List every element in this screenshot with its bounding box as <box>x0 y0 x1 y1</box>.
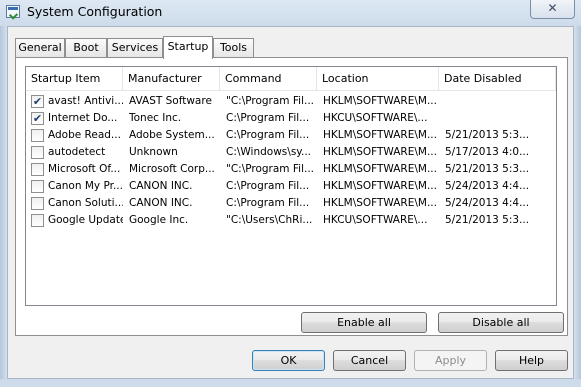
cell-startup-item: Canon Soluti... <box>48 197 123 209</box>
startup-items-list[interactable]: Startup Item Manufacturer Command Locati… <box>25 66 557 306</box>
cell-date-disabled: 5/17/2013 4:0... <box>445 146 530 158</box>
column-header-date-disabled[interactable]: Date Disabled <box>439 67 556 91</box>
tab-tools-label: Tools <box>219 41 248 54</box>
cell-location: HKLM\SOFTWARE\M... <box>323 146 436 158</box>
cell-date-disabled: 5/24/2013 4:4... <box>445 180 530 192</box>
checkbox-unchecked[interactable] <box>31 163 44 176</box>
cell-command: "C:\Program Fil... <box>226 95 314 107</box>
enable-all-button[interactable]: Enable all <box>301 312 427 333</box>
apply-button[interactable]: Apply <box>414 350 487 371</box>
cell-command: C:\Program Fil... <box>226 180 310 192</box>
checkbox-unchecked[interactable] <box>31 214 44 227</box>
cell-location: HKLM\SOFTWARE\M... <box>323 129 436 141</box>
msconfig-app-icon <box>6 5 20 18</box>
cell-location: HKCU\SOFTWARE\... <box>323 214 428 226</box>
cell-manufacturer: AVAST Software <box>129 95 212 107</box>
table-row[interactable]: ✔ Internet Do... Tonec Inc. C:\Program Fil.… <box>26 110 556 127</box>
checkbox-unchecked[interactable] <box>31 146 44 159</box>
cell-date-disabled: 5/21/2013 5:3... <box>445 129 530 141</box>
cell-command: "C:\Program Fil... <box>226 163 314 175</box>
cell-manufacturer: Tonec Inc. <box>129 112 182 124</box>
column-header-command[interactable]: Command <box>220 67 317 91</box>
cancel-button[interactable]: Cancel <box>333 350 406 371</box>
checkmark-icon: ✔ <box>32 95 43 108</box>
cell-startup-item: Google Update <box>48 214 123 226</box>
cell-location: HKLM\SOFTWARE\M... <box>323 180 436 192</box>
cell-manufacturer: Adobe System... <box>129 129 215 141</box>
cell-startup-item: Canon My Pr... <box>48 180 123 192</box>
cell-startup-item: avast! Antivi... <box>48 95 123 107</box>
list-header: Startup Item Manufacturer Command Locati… <box>26 67 556 91</box>
cell-date-disabled <box>445 110 553 127</box>
tab-boot[interactable]: Boot <box>65 38 107 57</box>
cell-startup-item: Microsoft Of... <box>48 163 121 175</box>
checkbox-checked[interactable]: ✔ <box>31 95 44 108</box>
title-bar[interactable]: System Configuration ✕ <box>0 0 581 26</box>
cell-manufacturer: Google Inc. <box>129 214 189 226</box>
table-row[interactable]: Canon Soluti... CANON INC. C:\Program Fil.… <box>26 195 556 212</box>
tab-services[interactable]: Services <box>107 38 163 57</box>
cell-command: "C:\Users\ChRi... <box>226 214 313 226</box>
cell-manufacturer: CANON INC. <box>129 197 193 209</box>
window-left-edge <box>0 26 7 387</box>
cell-manufacturer: CANON INC. <box>129 180 193 192</box>
cell-location: HKLM\SOFTWARE\M... <box>323 95 436 107</box>
window-bottom-edge <box>0 379 581 387</box>
cell-location: HKLM\SOFTWARE\M... <box>323 197 436 209</box>
table-row[interactable]: Canon My Pr... CANON INC. C:\Program Fil..… <box>26 178 556 195</box>
disable-all-button[interactable]: Disable all <box>438 312 564 333</box>
table-row[interactable]: Microsoft Of... Microsoft Corp... "C:\Prog… <box>26 161 556 178</box>
column-header-location[interactable]: Location <box>317 67 439 91</box>
cell-command: C:\Windows\sy... <box>226 146 312 158</box>
cell-date-disabled: 5/24/2013 4:4... <box>445 197 530 209</box>
cell-startup-item: Adobe Read... <box>48 129 121 141</box>
tab-general-label: General <box>18 41 62 54</box>
column-header-startup-item[interactable]: Startup Item <box>26 67 123 91</box>
dialog-client-area: General Boot Services Startup Tools Star… <box>7 26 574 379</box>
cell-command: C:\Program Fil... <box>226 112 310 124</box>
close-button[interactable]: ✕ <box>530 0 575 19</box>
cell-manufacturer: Unknown <box>129 146 178 158</box>
close-icon: ✕ <box>547 1 558 15</box>
cell-manufacturer: Microsoft Corp... <box>129 163 215 175</box>
table-row[interactable]: Google Update Google Inc. "C:\Users\ChRi..… <box>26 212 556 229</box>
tab-tools[interactable]: Tools <box>213 38 254 57</box>
startup-tab-panel: Startup Item Manufacturer Command Locati… <box>15 57 568 336</box>
cell-location: HKLM\SOFTWARE\M... <box>323 163 436 175</box>
window-title: System Configuration <box>27 4 163 19</box>
tab-services-label: Services <box>111 41 159 54</box>
checkbox-unchecked[interactable] <box>31 197 44 210</box>
tab-boot-label: Boot <box>73 41 99 54</box>
tab-startup[interactable]: Startup <box>163 36 213 59</box>
cell-startup-item: autodetect <box>48 146 106 158</box>
column-header-manufacturer[interactable]: Manufacturer <box>123 67 220 91</box>
tab-startup-label: Startup <box>167 40 209 53</box>
cell-location: HKCU\SOFTWARE\... <box>323 112 428 124</box>
checkbox-unchecked[interactable] <box>31 129 44 142</box>
checkbox-unchecked[interactable] <box>31 180 44 193</box>
table-row[interactable]: autodetect Unknown C:\Windows\sy... HKLM\SO… <box>26 144 556 161</box>
ok-button[interactable]: OK <box>252 350 325 371</box>
checkmark-icon: ✔ <box>32 112 43 125</box>
table-row[interactable]: Adobe Read... Adobe System... C:\Program F… <box>26 127 556 144</box>
table-row[interactable]: ✔ avast! Antivi... AVAST Software "C:\Progr… <box>26 93 556 110</box>
cell-date-disabled <box>445 93 553 110</box>
cell-startup-item: Internet Do... <box>48 112 118 124</box>
help-button[interactable]: Help <box>495 350 568 371</box>
cell-date-disabled: 5/21/2013 5:3... <box>445 163 530 175</box>
window-right-edge <box>574 26 581 387</box>
cell-command: C:\Program Fil... <box>226 129 310 141</box>
cell-command: C:\Program Fil... <box>226 197 310 209</box>
cell-date-disabled: 5/21/2013 5:3... <box>445 214 530 226</box>
checkbox-checked[interactable]: ✔ <box>31 112 44 125</box>
tab-general[interactable]: General <box>15 38 65 57</box>
